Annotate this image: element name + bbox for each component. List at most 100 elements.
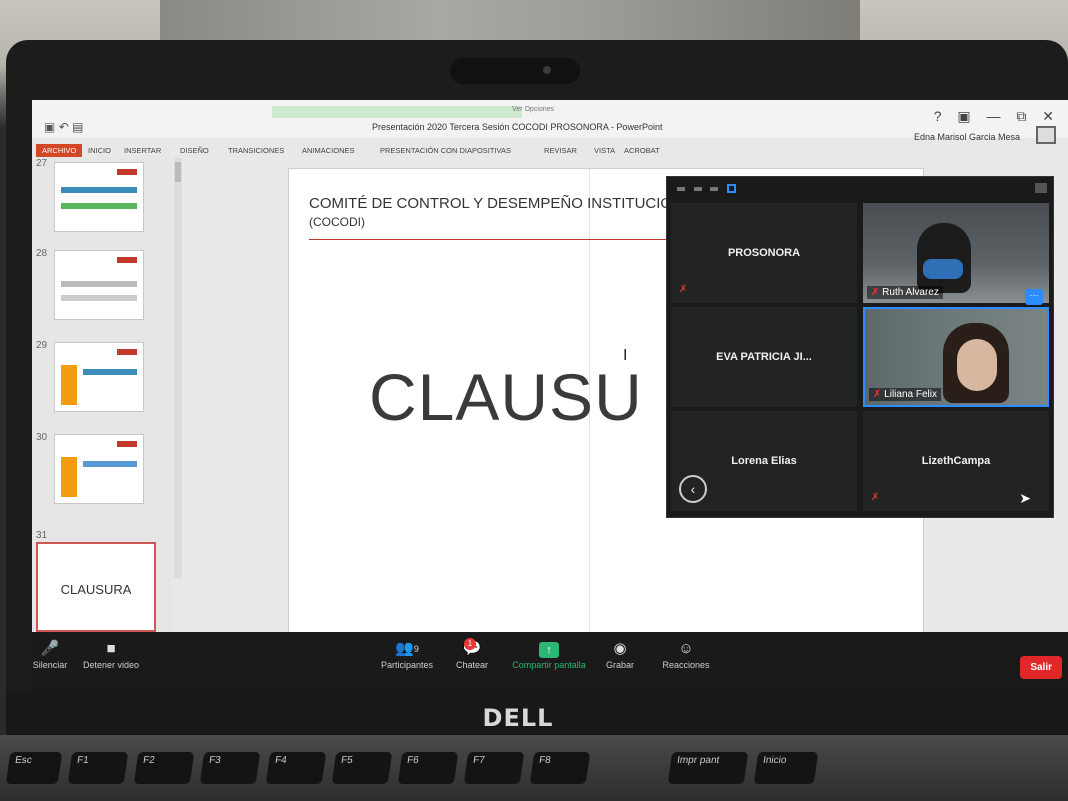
thumbnail-scrollbar[interactable] (174, 158, 182, 578)
webcam-bar (450, 58, 580, 84)
zoom-gallery-window[interactable]: PROSONORA ✗ ✗ Ruth Alvarez EVA PATRICIA … (666, 176, 1054, 518)
slide-subheading[interactable]: (COCODI) (309, 215, 365, 229)
strip-view-icon[interactable] (710, 186, 719, 191)
key-f2: F2 (133, 752, 195, 784)
slide-thumbnail-29[interactable] (54, 342, 144, 412)
participant-tile-liliana-active[interactable]: ✗ Liliana Felix (863, 307, 1049, 407)
muted-mic-icon: ✗ (871, 492, 880, 503)
mouse-pointer-icon: ➤ (1019, 490, 1031, 506)
ppt-title-bar: Ver Opciones ▣ ↶ ▤ Presentación 2020 Ter… (32, 100, 1068, 144)
scrollbar-thumb[interactable] (175, 162, 181, 182)
stop-video-button[interactable]: ■ Detener video (76, 638, 146, 670)
dell-logo: DELL (482, 704, 554, 732)
gallery-view-icon[interactable] (726, 184, 736, 194)
tab-revisar[interactable]: REVISAR (544, 146, 577, 155)
thumbnail-logo (117, 349, 137, 355)
slide-thumbnail-31-selected[interactable]: CLAUSURA (36, 542, 156, 632)
slide-heading[interactable]: COMITÉ DE CONTROL Y DESEMPEÑO INSTITUCIO… (309, 195, 683, 212)
tab-inicio[interactable]: INICIO (88, 146, 111, 155)
slide-thumbnail-28[interactable] (54, 250, 144, 320)
zoom-meeting-controls: 🎤 Silenciar ■ Detener video 👥9 Participa… (32, 632, 1068, 690)
chat-unread-badge: 1 (464, 638, 476, 650)
participant-video-face (957, 339, 997, 391)
powerpoint-logo-icon: ▣ (44, 120, 56, 134)
thumbnail-logo (117, 257, 137, 263)
thumbnail-stripe (61, 187, 137, 193)
gallery-toolbar[interactable] (677, 183, 736, 197)
participant-name: ✗ Liliana Felix (869, 388, 941, 401)
thumbnail-number: 29 (36, 340, 48, 351)
thumbnail-number: 28 (36, 248, 48, 259)
participants-label: Participantes (380, 660, 434, 670)
undo-icon[interactable]: ↶ (59, 120, 69, 134)
thumbnail-logo (117, 441, 137, 447)
thumbnail-number: 27 (36, 158, 48, 169)
mute-button[interactable]: 🎤 Silenciar (32, 638, 68, 670)
tab-file[interactable]: ARCHIVO (36, 144, 83, 157)
participants-icon: 👥9 (395, 640, 419, 657)
window-controls[interactable]: ? ▣ — ⧉ ✕ (934, 108, 1060, 125)
key-f6: F6 (397, 752, 459, 784)
share-screen-icon: ↑ (504, 638, 594, 660)
video-camera-icon: ■ (106, 640, 116, 657)
participant-video (917, 223, 971, 293)
thumbnail-stripe (61, 203, 137, 209)
previous-page-button[interactable]: ‹ (679, 475, 707, 503)
text-cursor-icon: I (623, 347, 628, 364)
key-print-screen: Impr pant (667, 752, 749, 784)
participant-tile-prosonora[interactable]: PROSONORA ✗ (671, 203, 857, 303)
thumbnail-number: 30 (36, 432, 48, 443)
laptop-screen: Ver Opciones ▣ ↶ ▤ Presentación 2020 Ter… (32, 100, 1068, 690)
ppt-contextual-tab-label: Ver Opciones (512, 106, 555, 113)
participant-name: LizethCampa (921, 455, 991, 467)
slide-thumbnail-30[interactable] (54, 434, 144, 504)
participants-button[interactable]: 👥9 Participantes (372, 638, 442, 670)
minimize-icon[interactable] (677, 186, 685, 191)
thumbnail-image (61, 457, 77, 497)
photo-background: Ver Opciones ▣ ↶ ▤ Presentación 2020 Ter… (0, 0, 1068, 801)
slide-thumbnail-27[interactable] (54, 162, 144, 232)
slide-title-text[interactable]: CLAUSU (369, 359, 643, 435)
speaker-view-icon[interactable] (693, 186, 702, 191)
thumbnail-stripe (61, 295, 137, 301)
ppt-contextual-tab (272, 106, 522, 118)
reactions-label: Reacciones (662, 660, 710, 670)
tab-diseno[interactable]: DISEÑO (180, 146, 209, 155)
participant-name: ✗ Ruth Alvarez (867, 286, 943, 299)
chat-button[interactable]: 💬 1 Chatear (452, 638, 492, 670)
share-screen-button[interactable]: ↑ Compartir pantalla (504, 638, 594, 670)
tab-insertar[interactable]: INSERTAR (124, 146, 161, 155)
key-f5: F5 (331, 752, 393, 784)
tab-transiciones[interactable]: TRANSICIONES (228, 146, 284, 155)
muted-mic-icon: ✗ (871, 287, 883, 298)
reactions-icon: ☺ (678, 640, 694, 657)
webcam-icon (543, 66, 551, 74)
muted-mic-icon: ✗ (679, 284, 688, 295)
reactions-button[interactable]: ☺ Reacciones (656, 638, 716, 670)
key-home: Inicio (753, 752, 819, 784)
leave-meeting-button[interactable]: Salir (1020, 656, 1062, 679)
chat-label: Chatear (455, 660, 489, 670)
key-f7: F7 (463, 752, 525, 784)
quick-access-toolbar[interactable]: ▣ ↶ ▤ (44, 120, 83, 134)
thumbnail-stripe (83, 369, 137, 375)
tab-animaciones[interactable]: ANIMACIONES (302, 146, 355, 155)
tab-acrobat[interactable]: ACROBAT (624, 146, 660, 155)
record-label: Grabar (605, 660, 634, 670)
participants-count: 9 (413, 644, 419, 654)
participant-name: EVA PATRICIA JI... (716, 351, 812, 363)
participant-tile-eva[interactable]: EVA PATRICIA JI... (671, 307, 857, 407)
more-options-button[interactable]: ··· (1025, 289, 1043, 305)
record-button[interactable]: ◉ Grabar (600, 638, 640, 670)
muted-mic-icon: ✗ (873, 389, 885, 400)
tab-presentacion[interactable]: PRESENTACIÓN CON DIAPOSITIVAS (380, 146, 511, 155)
save-icon[interactable]: ▤ (72, 120, 83, 134)
thumbnail-logo (117, 169, 137, 175)
participant-tile-ruth[interactable]: ✗ Ruth Alvarez (863, 203, 1049, 303)
thumbnail-stripe (83, 461, 137, 467)
window-title: Presentación 2020 Tercera Sesión COCODI … (372, 122, 663, 132)
exit-fullscreen-icon[interactable] (1035, 183, 1047, 193)
key-f1: F1 (67, 752, 129, 784)
share-screen-label: Compartir pantalla (512, 660, 586, 670)
tab-vista[interactable]: VISTA (594, 146, 615, 155)
